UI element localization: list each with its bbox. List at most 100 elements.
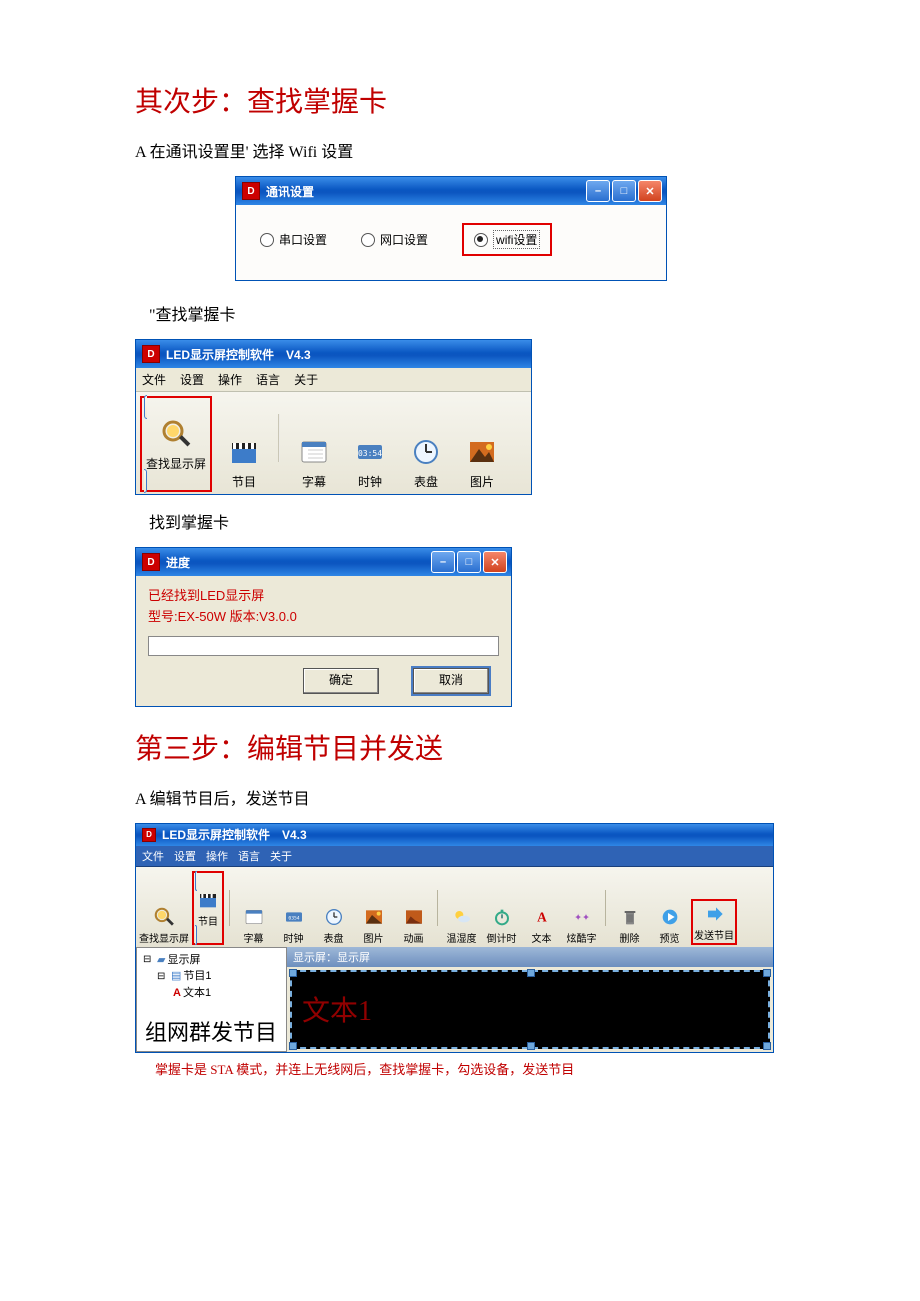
send-highlight: 发送节目: [691, 899, 737, 945]
weather-icon: [450, 905, 474, 929]
dial-button[interactable]: 表盘: [315, 905, 352, 945]
close-button[interactable]: ✕: [483, 551, 507, 573]
screen-node-icon: ▰: [157, 952, 165, 969]
menu-about[interactable]: 关于: [294, 371, 318, 388]
progress-dialog: D 进度 – □ ✕ 已经找到LED显示屏 型号:EX-50W 版本:V3.0.…: [135, 547, 512, 707]
image-button[interactable]: 图片: [355, 905, 392, 945]
window-title: LED显示屏控制软件 V4.3: [166, 346, 527, 363]
minus-icon: ⊟: [157, 969, 169, 984]
resize-handle[interactable]: [289, 969, 297, 977]
menu-file[interactable]: 文件: [142, 371, 166, 388]
dialog-title: 通讯设置: [266, 183, 586, 200]
clock-button[interactable]: 0354 时钟: [275, 905, 312, 945]
menu-operate[interactable]: 操作: [206, 848, 228, 864]
window-title: LED显示屏控制软件 V4.3: [162, 826, 769, 843]
close-button[interactable]: ✕: [638, 180, 662, 202]
picture-icon: [362, 905, 386, 929]
found-line2: 型号:EX-50W 版本:V3.0.0: [148, 607, 499, 628]
radio-icon: [260, 233, 274, 247]
led-software-window-small: D LED显示屏控制软件 V4.3 文件 设置 操作 语言 关于 查找显示屏: [135, 339, 532, 495]
tree-text1[interactable]: A 文本1: [139, 985, 284, 1002]
dialog-titlebar[interactable]: D 进度 – □ ✕: [136, 548, 511, 576]
preview-label: 预览: [660, 930, 680, 945]
resize-handle[interactable]: [763, 1042, 771, 1050]
dial-button[interactable]: 表盘: [402, 432, 450, 492]
tree-root[interactable]: ⊟ ▰ 显示屏: [139, 952, 284, 969]
program-button[interactable]: 节目: [220, 432, 268, 492]
radio-serial[interactable]: 串口设置: [260, 231, 327, 248]
subtitle-button[interactable]: 字幕: [290, 432, 338, 492]
radio-wifi[interactable]: wifi设置: [474, 230, 540, 249]
menu-file[interactable]: 文件: [142, 848, 164, 864]
analog-clock-icon: [408, 434, 444, 470]
sta-mode-caption: 掌握卡是 STA 模式，并连上无线网后，查找掌握卡，勾选设备，发送节目: [155, 1059, 785, 1078]
image-button[interactable]: 图片: [458, 432, 506, 492]
magnify-icon: [158, 416, 194, 452]
find-screen-button[interactable]: 查找显示屏: [144, 414, 208, 474]
resize-handle[interactable]: [289, 1042, 297, 1050]
radio-network[interactable]: 网口设置: [361, 231, 428, 248]
clock-button[interactable]: 03:54 时钟: [346, 432, 394, 492]
toolbar-divider: [278, 414, 280, 462]
temp-button[interactable]: 温湿度: [443, 905, 480, 945]
cancel-button[interactable]: 取消: [413, 668, 489, 694]
subtitle-button[interactable]: 字幕: [235, 905, 272, 945]
toolbar: 查找显示屏 节目 字幕 0354 时钟: [136, 867, 773, 947]
menu-language[interactable]: 语言: [238, 848, 260, 864]
text-node-icon: A: [173, 985, 181, 1002]
program-highlight: 节目: [192, 871, 224, 945]
subtitle-label: 字幕: [244, 930, 264, 945]
fancy-label: 炫酷字: [567, 930, 597, 945]
text-button[interactable]: A 文本: [523, 905, 560, 945]
resize-handle[interactable]: [763, 969, 771, 977]
maximize-button[interactable]: □: [457, 551, 481, 573]
delete-button[interactable]: 删除: [611, 905, 648, 945]
countdown-button[interactable]: 倒计时: [483, 905, 520, 945]
send-program-button[interactable]: 发送节目: [694, 902, 734, 942]
radio-network-label: 网口设置: [380, 231, 428, 248]
radio-icon: [474, 233, 488, 247]
tree-program1[interactable]: ⊟ ▤ 节目1: [139, 968, 284, 985]
program-tree[interactable]: ⊟ ▰ 显示屏 ⊟ ▤ 节目1 A 文本1 组网群发节目: [136, 947, 287, 1052]
app-icon: D: [142, 553, 160, 571]
menu-about[interactable]: 关于: [270, 848, 292, 864]
dialog-titlebar[interactable]: D 通讯设置 – □ ✕: [236, 177, 666, 205]
delete-label: 删除: [620, 930, 640, 945]
canvas-title: 显示屏：显示屏: [287, 947, 773, 967]
program-button[interactable]: 节目: [195, 888, 221, 928]
toolbar-divider: [437, 890, 438, 926]
calendar-icon: [296, 434, 332, 470]
main-body: ⊟ ▰ 显示屏 ⊟ ▤ 节目1 A 文本1 组网群发节目 显示屏：显示屏: [136, 947, 773, 1052]
maximize-button[interactable]: □: [612, 180, 636, 202]
led-preview-text: 文本1: [302, 989, 372, 1029]
resize-handle[interactable]: [527, 969, 535, 977]
minimize-button[interactable]: –: [431, 551, 455, 573]
play-icon: [658, 905, 682, 929]
send-label: 发送节目: [694, 927, 734, 942]
dialog-body: 已经找到LED显示屏 型号:EX-50W 版本:V3.0.0 确定 取消: [136, 576, 511, 706]
find-screen-button[interactable]: 查找显示屏: [139, 905, 189, 945]
menu-settings[interactable]: 设置: [174, 848, 196, 864]
menu-operate[interactable]: 操作: [218, 371, 242, 388]
found-card-label: 找到掌握卡: [149, 509, 785, 533]
preview-button[interactable]: 预览: [651, 905, 688, 945]
menu-language[interactable]: 语言: [256, 371, 280, 388]
toolbar: 查找显示屏 节目 字幕 03:54 时钟: [136, 392, 531, 494]
menu-settings[interactable]: 设置: [180, 371, 204, 388]
image-label: 图片: [364, 930, 384, 945]
minimize-button[interactable]: –: [586, 180, 610, 202]
fancy-text-button[interactable]: ✦✦ 炫酷字: [563, 905, 600, 945]
window-titlebar[interactable]: D LED显示屏控制软件 V4.3: [136, 824, 773, 846]
resize-handle[interactable]: [527, 1042, 535, 1050]
animation-icon: [402, 905, 426, 929]
dialog-title: 进度: [166, 554, 431, 571]
comm-settings-dialog: D 通讯设置 – □ ✕ 串口设置 网口设置 wifi设置: [235, 176, 667, 281]
window-titlebar[interactable]: D LED显示屏控制软件 V4.3: [136, 340, 531, 368]
digital-clock-icon: 0354: [282, 905, 306, 929]
text-label: 文本: [532, 930, 552, 945]
led-preview-area[interactable]: 文本1: [290, 970, 770, 1049]
animation-button[interactable]: 动画: [395, 905, 432, 945]
minus-icon: ⊟: [143, 952, 155, 967]
ok-button[interactable]: 确定: [303, 668, 379, 694]
digital-clock-icon: 03:54: [352, 434, 388, 470]
